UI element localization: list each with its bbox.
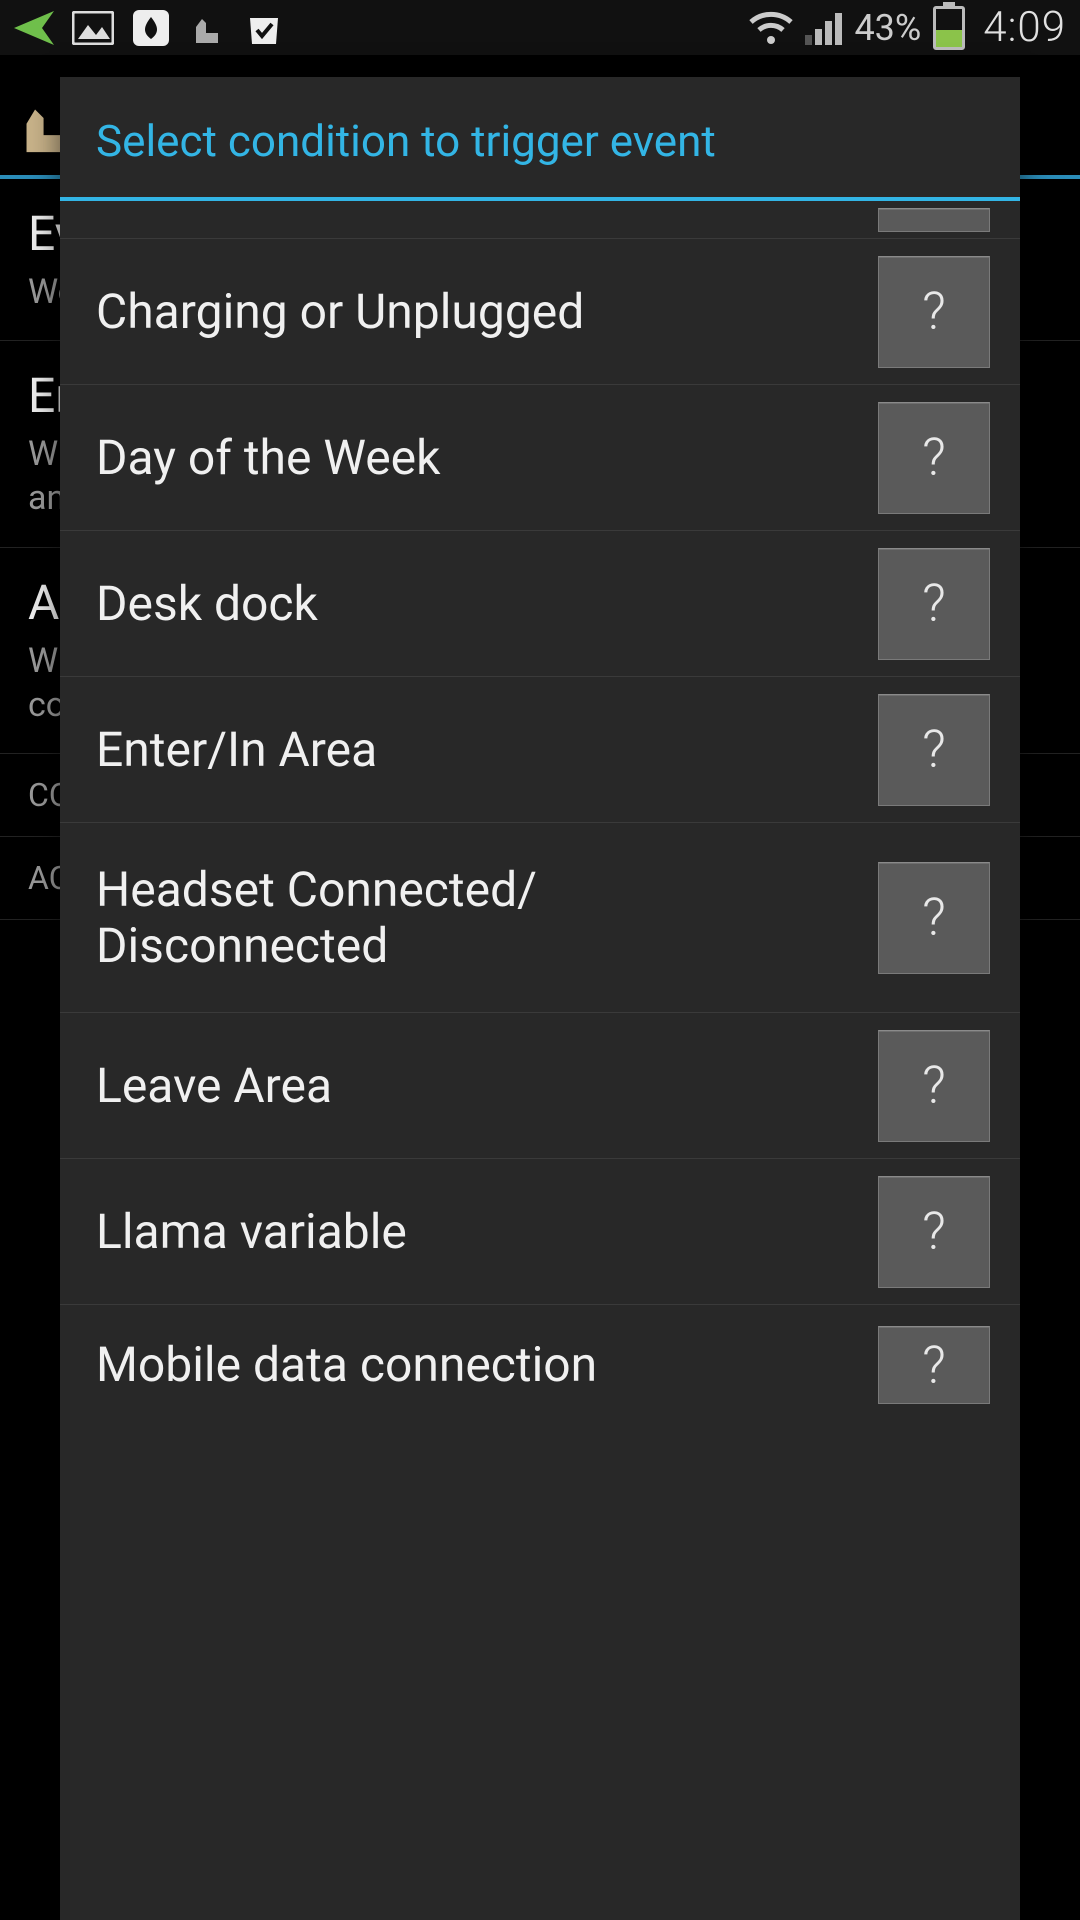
- battery-percent: 43%: [854, 7, 921, 49]
- condition-row[interactable]: Llama variable ?: [60, 1159, 1020, 1305]
- condition-row[interactable]: Day of the Week ?: [60, 385, 1020, 531]
- dialog-title: Select condition to trigger event: [60, 77, 1020, 201]
- condition-dialog: Select condition to trigger event Chargi…: [60, 77, 1020, 1920]
- status-bar: 43% 4:09: [0, 0, 1080, 55]
- help-button[interactable]: ?: [878, 256, 990, 368]
- condition-label: Leave Area: [96, 1058, 858, 1113]
- condition-row[interactable]: Headset Connected/ Disconnected ?: [60, 823, 1020, 1013]
- condition-row[interactable]: Enter/In Area ?: [60, 677, 1020, 823]
- status-left: [14, 8, 284, 48]
- help-button[interactable]: ?: [878, 1176, 990, 1288]
- condition-row[interactable]: Charging or Unplugged ?: [60, 239, 1020, 385]
- clock: 4:09: [983, 3, 1066, 52]
- help-button[interactable]: [878, 208, 990, 232]
- signal-icon: [805, 11, 842, 45]
- condition-label: Mobile data connection: [96, 1337, 858, 1392]
- condition-row[interactable]: Mobile data connection ?: [60, 1305, 1020, 1425]
- help-button[interactable]: ?: [878, 402, 990, 514]
- help-button[interactable]: ?: [878, 694, 990, 806]
- llama-icon: [188, 9, 226, 47]
- condition-row[interactable]: [60, 201, 1020, 239]
- status-right: 43% 4:09: [749, 3, 1066, 52]
- condition-list[interactable]: Charging or Unplugged ? Day of the Week …: [60, 201, 1020, 1920]
- condition-label: Charging or Unplugged: [96, 284, 858, 339]
- condition-label: Day of the Week: [96, 430, 858, 485]
- paper-plane-icon: [14, 11, 54, 45]
- drop-icon: [132, 9, 170, 47]
- help-button[interactable]: ?: [878, 548, 990, 660]
- help-button[interactable]: ?: [878, 1326, 990, 1404]
- condition-label: Enter/In Area: [96, 722, 858, 777]
- image-icon: [72, 11, 114, 45]
- help-button[interactable]: ?: [878, 1030, 990, 1142]
- help-button[interactable]: ?: [878, 862, 990, 974]
- condition-row[interactable]: Leave Area ?: [60, 1013, 1020, 1159]
- condition-label: Desk dock: [96, 576, 858, 631]
- wifi-icon: [749, 10, 793, 46]
- condition-row[interactable]: Desk dock ?: [60, 531, 1020, 677]
- battery-icon: [933, 6, 965, 50]
- shopping-check-icon: [244, 8, 284, 48]
- condition-label: Headset Connected/ Disconnected: [96, 862, 858, 972]
- condition-label: Llama variable: [96, 1204, 858, 1259]
